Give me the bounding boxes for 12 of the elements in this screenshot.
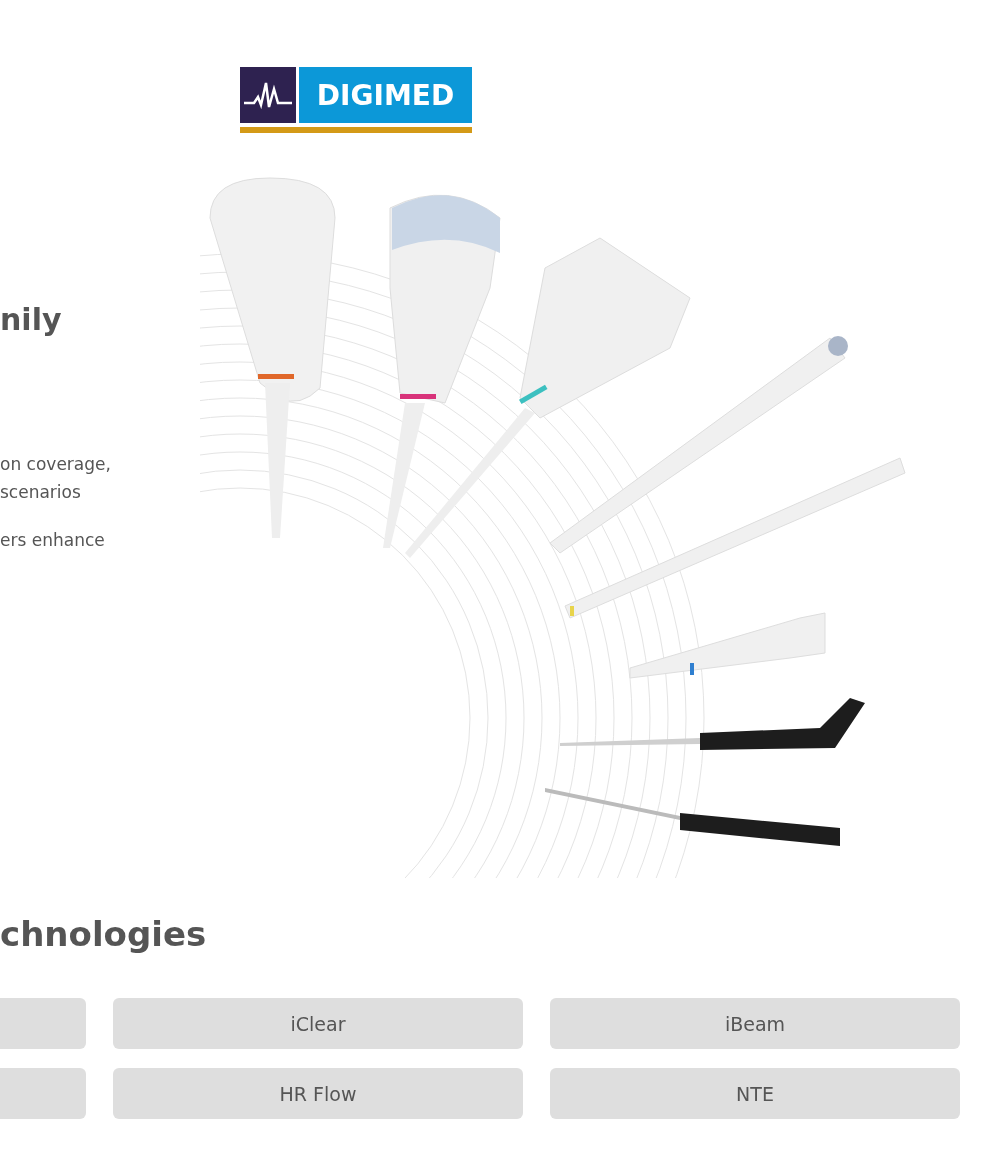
technology-button[interactable]: HR Flow [113, 1068, 523, 1119]
heartbeat-wave-icon [240, 67, 296, 123]
brand-name: DIGIMED [299, 67, 472, 123]
technology-button[interactable]: iClear [113, 998, 523, 1049]
technology-button[interactable]: NTE [550, 1068, 960, 1119]
feature-text: on coverage, scenarios [0, 453, 112, 504]
technology-button[interactable]: iBeam [550, 998, 960, 1049]
feature-text: ers enhance [0, 529, 106, 552]
technology-button[interactable] [0, 998, 86, 1049]
section-heading: chnologies [0, 913, 208, 956]
section-heading: nily [0, 301, 63, 339]
technology-button[interactable] [0, 1068, 86, 1119]
